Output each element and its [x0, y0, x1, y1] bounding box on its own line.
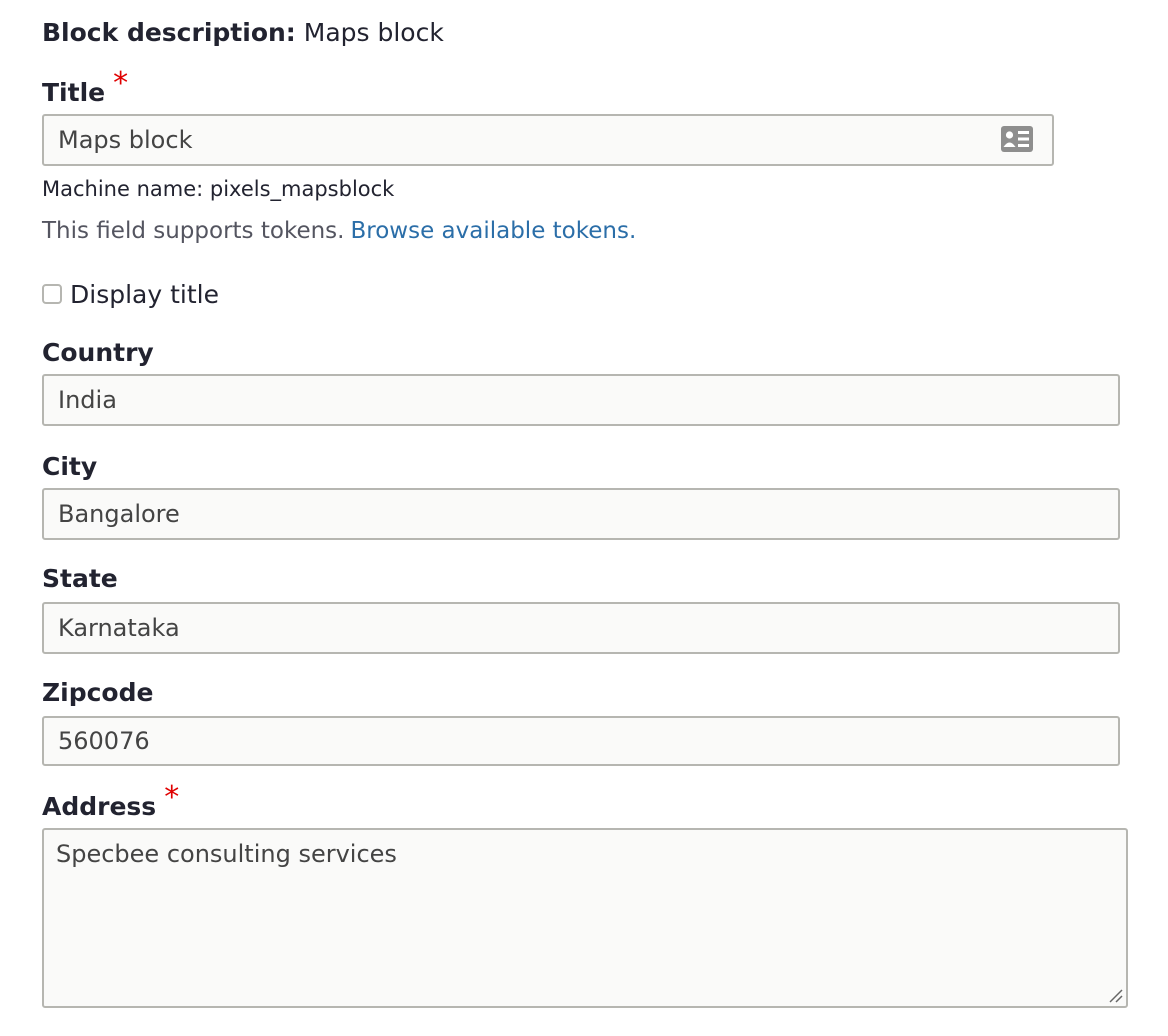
address-label: Address * [42, 782, 179, 823]
contact-card-icon[interactable] [1000, 125, 1034, 153]
tokens-help: This field supports tokens. Browse availa… [42, 214, 636, 248]
zipcode-input[interactable] [42, 716, 1120, 766]
state-label: State [42, 564, 118, 593]
tokens-help-text: This field supports tokens. [42, 218, 345, 244]
zipcode-label: Zipcode [42, 678, 154, 707]
city-input[interactable] [42, 488, 1120, 540]
display-title-checkbox[interactable] [42, 284, 62, 304]
resize-grip-icon[interactable] [1108, 988, 1124, 1004]
block-description: Block description: Maps block [42, 16, 444, 50]
address-label-text: Address [42, 792, 157, 821]
block-description-label: Block description: [42, 18, 296, 47]
machine-name: Machine name: pixels_mapsblock [42, 177, 395, 201]
country-label: Country [42, 338, 154, 367]
browse-tokens-link[interactable]: Browse available tokens. [350, 218, 636, 244]
required-marker: * [113, 66, 129, 101]
display-title-label[interactable]: Display title [70, 280, 219, 309]
title-label: Title * [42, 68, 128, 109]
title-input[interactable] [42, 114, 1054, 166]
address-textarea[interactable]: Specbee consulting services [42, 828, 1128, 1008]
required-marker: * [164, 780, 180, 815]
block-description-value: Maps block [303, 18, 444, 47]
city-label: City [42, 452, 98, 481]
display-title-row[interactable]: Display title [42, 278, 219, 310]
country-input[interactable] [42, 374, 1120, 426]
title-label-text: Title [42, 78, 106, 107]
title-field-wrapper [42, 114, 1054, 166]
state-input[interactable] [42, 602, 1120, 654]
